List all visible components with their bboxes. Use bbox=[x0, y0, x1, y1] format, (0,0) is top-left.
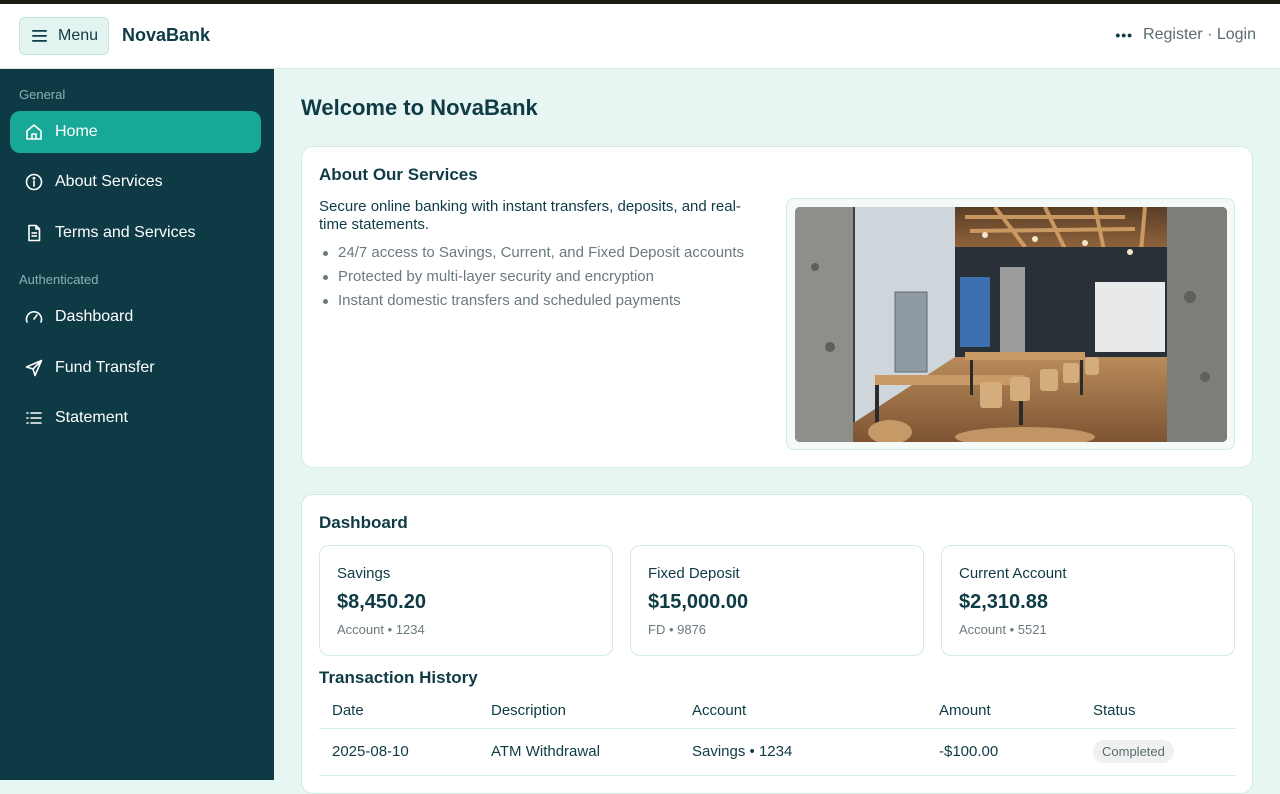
sidebar-item-label: Dashboard bbox=[55, 308, 134, 325]
sidebar-item-label: Statement bbox=[55, 409, 128, 426]
table-row[interactable]: 2025-08-10 ATM Withdrawal Savings • 1234… bbox=[319, 728, 1235, 776]
column-header-status: Status bbox=[1080, 693, 1235, 729]
account-label: Fixed Deposit bbox=[648, 565, 740, 582]
login-link[interactable]: Login bbox=[1217, 26, 1256, 43]
transaction-history-title: Transaction History bbox=[319, 668, 478, 687]
sidebar: General Home About Services Terms and Se… bbox=[0, 69, 274, 780]
about-services-card: About Our Services Secure online banking… bbox=[301, 146, 1253, 468]
app-header: Menu NovaBank ••• Register · Login bbox=[0, 4, 1280, 69]
dashboard-card: Dashboard Savings $8,450.20 Account • 12… bbox=[301, 494, 1253, 794]
sidebar-item-label: Home bbox=[55, 123, 98, 140]
brand-name[interactable]: NovaBank bbox=[122, 25, 210, 46]
column-header-amount: Amount bbox=[926, 693, 1080, 729]
cell-status: Completed bbox=[1080, 728, 1235, 776]
sidebar-item-home[interactable]: Home bbox=[10, 111, 261, 153]
sidebar-section-general: General bbox=[19, 87, 66, 102]
list-item: 24/7 access to Savings, Current, and Fix… bbox=[319, 244, 749, 262]
register-link[interactable]: Register bbox=[1143, 26, 1203, 43]
list-icon bbox=[26, 412, 42, 424]
account-label: Savings bbox=[337, 565, 391, 582]
feature-list: 24/7 access to Savings, Current, and Fix… bbox=[319, 244, 749, 316]
column-header-account: Account bbox=[679, 693, 926, 729]
sidebar-section-authenticated: Authenticated bbox=[19, 272, 99, 287]
status-badge: Completed bbox=[1093, 740, 1174, 763]
document-icon bbox=[28, 224, 41, 242]
sidebar-item-statement[interactable]: Statement bbox=[10, 397, 261, 439]
column-header-date: Date bbox=[319, 693, 478, 729]
main-content: Welcome to NovaBank About Our Services S… bbox=[274, 69, 1280, 794]
account-balance: $8,450.20 bbox=[337, 591, 426, 613]
list-item: Protected by multi-layer security and en… bbox=[319, 268, 749, 286]
column-header-description: Description bbox=[478, 693, 679, 729]
office-photo bbox=[795, 207, 1227, 442]
sidebar-item-dashboard[interactable]: Dashboard bbox=[10, 296, 261, 338]
cell-account: Savings • 1234 bbox=[679, 728, 926, 776]
sidebar-item-fund-transfer[interactable]: Fund Transfer bbox=[10, 347, 261, 389]
account-balance: $2,310.88 bbox=[959, 591, 1048, 613]
sidebar-item-label: About Services bbox=[55, 173, 163, 190]
dashboard-title: Dashboard bbox=[319, 513, 408, 532]
transaction-table: Date Description Account Amount Status 2… bbox=[319, 693, 1235, 776]
sidebar-item-label: Fund Transfer bbox=[55, 359, 155, 376]
home-icon bbox=[26, 124, 42, 140]
account-number: FD • 9876 bbox=[648, 622, 707, 637]
about-description: Secure online banking with instant trans… bbox=[319, 198, 741, 233]
gauge-icon bbox=[25, 311, 43, 323]
list-item: Instant domestic transfers and scheduled… bbox=[319, 292, 749, 310]
account-number: Account • 1234 bbox=[337, 622, 425, 637]
about-services-title: About Our Services bbox=[319, 165, 478, 184]
page-title: Welcome to NovaBank bbox=[301, 95, 538, 120]
info-icon bbox=[25, 173, 43, 191]
account-card-current[interactable]: Current Account $2,310.88 Account • 5521 bbox=[941, 545, 1235, 656]
menu-label: Menu bbox=[58, 27, 99, 44]
cell-description: ATM Withdrawal bbox=[478, 728, 679, 776]
account-card-fixed-deposit[interactable]: Fixed Deposit $15,000.00 FD • 9876 bbox=[630, 545, 924, 656]
hamburger-icon bbox=[32, 30, 47, 42]
sidebar-item-about-services[interactable]: About Services bbox=[10, 161, 261, 203]
cell-date: 2025-08-10 bbox=[319, 728, 478, 776]
photo-frame bbox=[786, 198, 1235, 450]
table-header-row: Date Description Account Amount Status bbox=[319, 693, 1235, 729]
cell-amount: -$100.00 bbox=[926, 728, 1080, 776]
account-balance: $15,000.00 bbox=[648, 591, 749, 613]
auth-separator: · bbox=[1207, 26, 1213, 43]
more-icon[interactable]: ••• bbox=[1115, 27, 1133, 43]
send-icon bbox=[25, 359, 43, 377]
account-card-savings[interactable]: Savings $8,450.20 Account • 1234 bbox=[319, 545, 613, 656]
account-number: Account • 5521 bbox=[959, 622, 1047, 637]
sidebar-item-label: Terms and Services bbox=[55, 224, 196, 241]
auth-links: ••• Register · Login bbox=[1115, 26, 1256, 44]
menu-button[interactable]: Menu bbox=[19, 17, 109, 55]
account-label: Current Account bbox=[959, 565, 1067, 582]
sidebar-item-terms-and-services[interactable]: Terms and Services bbox=[10, 212, 261, 254]
